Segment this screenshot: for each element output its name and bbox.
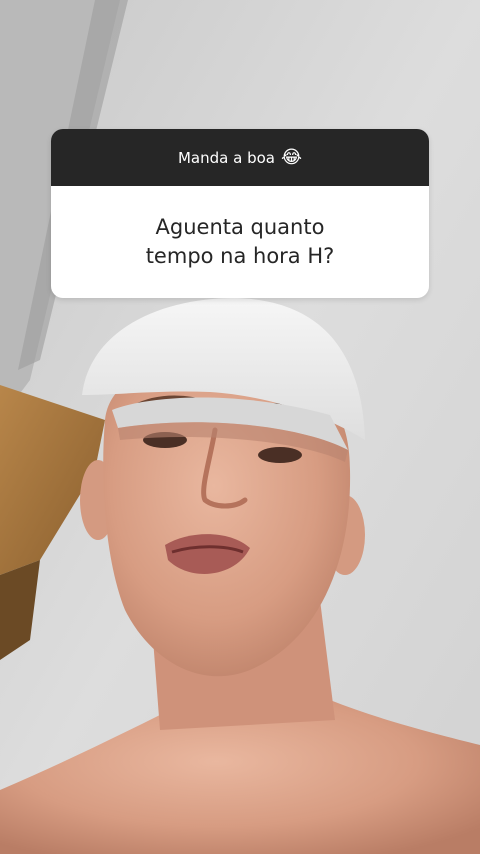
question-sticker-header: Manda a boa 😂	[51, 129, 429, 186]
question-sticker-body: Aguenta quanto tempo na hora H?	[51, 186, 429, 298]
laughing-emoji-icon: 😂	[280, 146, 303, 168]
question-prompt: Manda a boa	[177, 148, 275, 167]
question-sticker[interactable]: Manda a boa 😂 Aguenta quanto tempo na ho…	[51, 129, 429, 298]
question-text: Aguenta quanto tempo na hora H?	[145, 215, 335, 268]
